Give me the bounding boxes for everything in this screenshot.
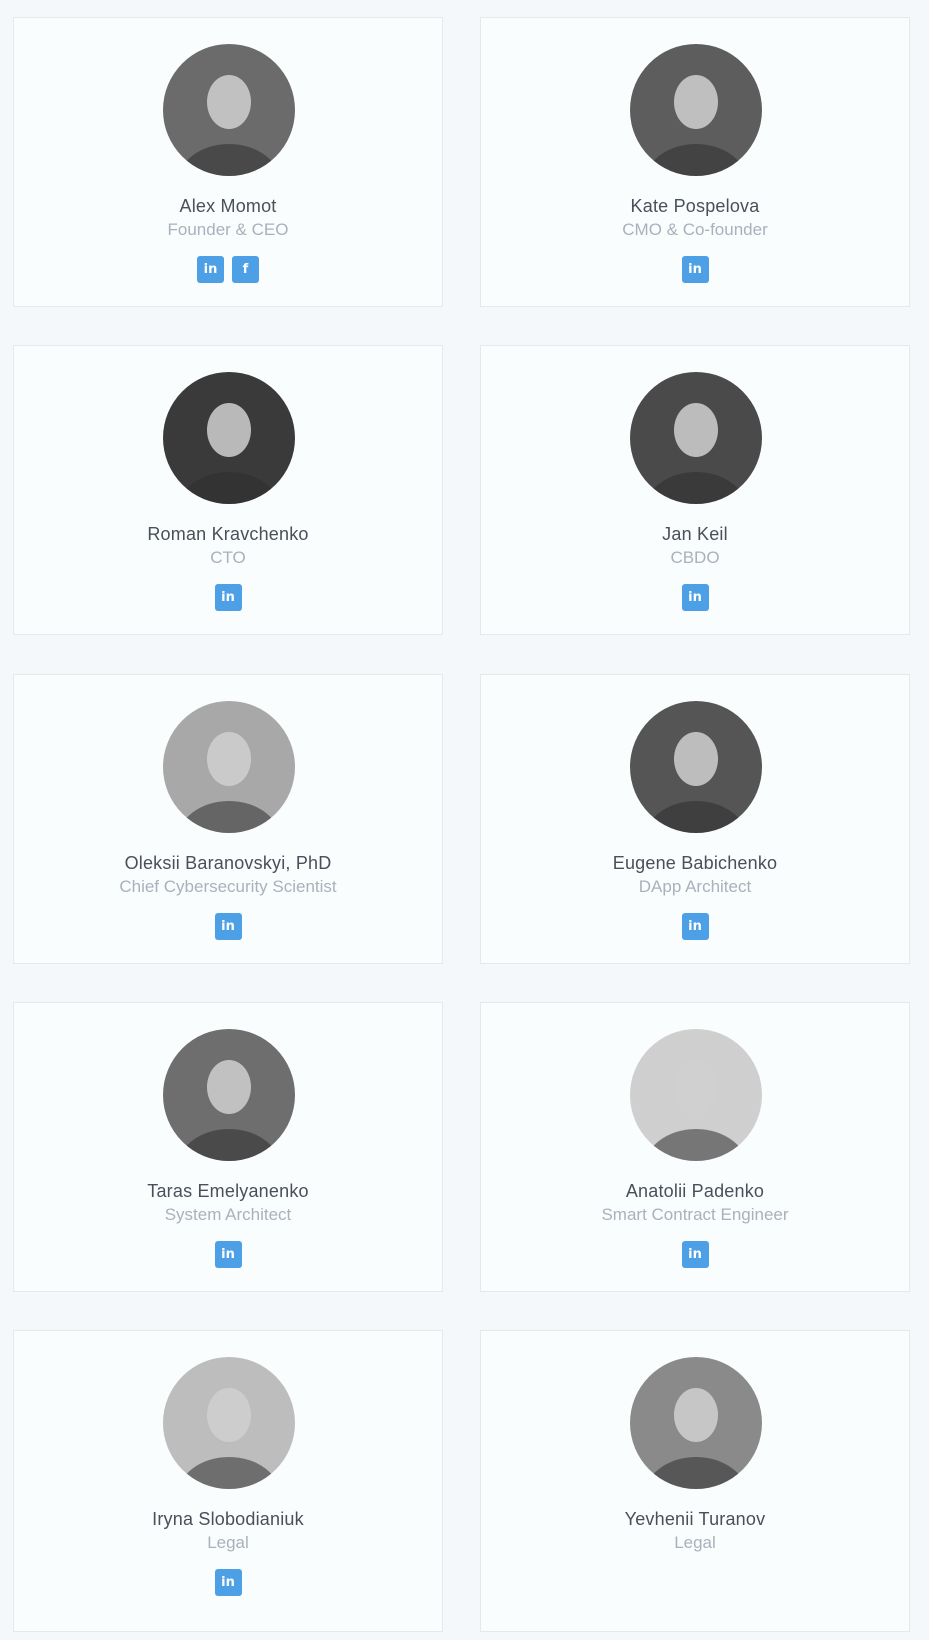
member-role: Founder & CEO: [167, 220, 289, 239]
social-links: in: [14, 913, 442, 940]
linkedin-icon[interactable]: in: [197, 256, 224, 283]
avatar-photo: [163, 1357, 295, 1489]
member-role: CBDO: [670, 548, 720, 567]
linkedin-icon[interactable]: in: [681, 256, 709, 283]
social-links: in: [14, 1569, 442, 1596]
member-name: Anatolii Padenko: [625, 1181, 765, 1201]
member-role: Legal: [674, 1533, 716, 1552]
linkedin-icon[interactable]: in: [681, 913, 709, 940]
avatar: [163, 372, 295, 504]
member-name: Jan Keil: [662, 524, 728, 544]
member-role: Smart Contract Engineer: [601, 1205, 789, 1224]
avatar-photo: [630, 701, 762, 833]
member-role: CTO: [210, 548, 246, 567]
member-name: Roman Kravchenko: [147, 524, 309, 544]
social-links: in f: [14, 256, 442, 283]
avatar: [163, 701, 295, 833]
avatar: [630, 44, 762, 176]
avatar-photo: [163, 701, 295, 833]
member-role: CMO & Co-founder: [622, 220, 768, 239]
team-card: Roman Kravchenko CTO in: [13, 345, 443, 635]
member-role: Legal: [207, 1533, 249, 1552]
social-links: in: [14, 1241, 442, 1268]
team-card: Oleksii Baranovskyi, PhD Chief Cybersecu…: [13, 674, 443, 964]
avatar: [163, 44, 295, 176]
member-role: DApp Architect: [638, 877, 752, 896]
avatar-photo: [163, 44, 295, 176]
linkedin-icon[interactable]: in: [214, 584, 242, 611]
member-name: Kate Pospelova: [630, 196, 760, 216]
avatar: [630, 372, 762, 504]
team-card: Eugene Babichenko DApp Architect in: [480, 674, 910, 964]
member-name: Alex Momot: [179, 196, 277, 216]
avatar-photo: [163, 372, 295, 504]
member-role: Chief Cybersecurity Scientist: [119, 877, 337, 896]
linkedin-icon[interactable]: in: [214, 1569, 242, 1596]
avatar-photo: [630, 1357, 762, 1489]
social-links: in: [14, 584, 442, 611]
facebook-icon[interactable]: f: [232, 256, 259, 283]
linkedin-icon[interactable]: in: [214, 913, 242, 940]
avatar: [630, 701, 762, 833]
team-card: Iryna Slobodianiuk Legal in: [13, 1330, 443, 1632]
member-name: Oleksii Baranovskyi, PhD: [124, 853, 332, 873]
social-links: in: [481, 1241, 909, 1268]
social-links: in: [481, 584, 909, 611]
avatar-photo: [630, 1029, 762, 1161]
avatar: [163, 1357, 295, 1489]
team-card: Jan Keil CBDO in: [480, 345, 910, 635]
member-name: Taras Emelyanenko: [147, 1181, 309, 1201]
team-card: Anatolii Padenko Smart Contract Engineer…: [480, 1002, 910, 1292]
avatar: [630, 1357, 762, 1489]
member-name: Eugene Babichenko: [612, 853, 778, 873]
team-card: Kate Pospelova CMO & Co-founder in: [480, 17, 910, 307]
avatar-photo: [630, 44, 762, 176]
social-links: in: [481, 913, 909, 940]
avatar-photo: [163, 1029, 295, 1161]
social-links: in: [481, 256, 909, 283]
team-card: Alex Momot Founder & CEO in f: [13, 17, 443, 307]
team-card: Taras Emelyanenko System Architect in: [13, 1002, 443, 1292]
member-name: Iryna Slobodianiuk: [152, 1509, 304, 1529]
linkedin-icon[interactable]: in: [681, 1241, 709, 1268]
team-card: Yevhenii Turanov Legal: [480, 1330, 910, 1632]
member-role: System Architect: [164, 1205, 292, 1224]
linkedin-icon[interactable]: in: [214, 1241, 242, 1268]
avatar: [630, 1029, 762, 1161]
linkedin-icon[interactable]: in: [681, 584, 709, 611]
member-name: Yevhenii Turanov: [624, 1509, 766, 1529]
avatar: [163, 1029, 295, 1161]
avatar-photo: [630, 372, 762, 504]
